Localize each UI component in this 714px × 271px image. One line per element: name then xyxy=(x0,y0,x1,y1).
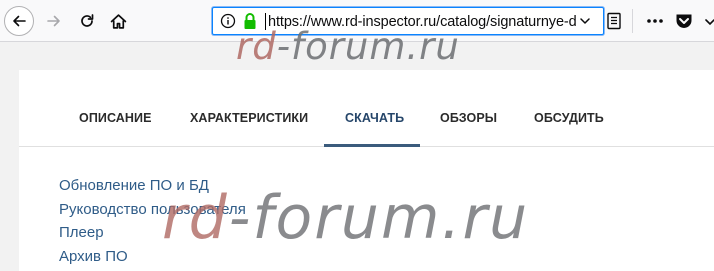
text-cursor xyxy=(265,13,266,30)
download-link-firmware-db[interactable]: Обновление ПО и БД xyxy=(59,174,246,198)
ellipsis-icon[interactable] xyxy=(645,13,665,29)
browser-toolbar: https://www.rd-inspector.ru/catalog/sign… xyxy=(0,0,714,42)
tab-reviews[interactable]: ОБЗОРЫ xyxy=(440,111,497,125)
download-link-software-archive[interactable]: Архив ПО xyxy=(59,245,246,269)
tab-specifications[interactable]: ХАРАКТЕРИСТИКИ xyxy=(190,111,308,125)
tab-description[interactable]: ОПИСАНИЕ xyxy=(79,111,152,125)
info-icon[interactable] xyxy=(220,13,236,29)
home-icon xyxy=(110,13,126,29)
active-tab-indicator xyxy=(324,144,420,147)
download-links: Обновление ПО и БД Руководство пользоват… xyxy=(59,174,246,268)
download-link-user-manual[interactable]: Руководство пользователя xyxy=(59,198,246,222)
home-button[interactable] xyxy=(103,6,133,36)
reader-view-icon[interactable] xyxy=(606,12,622,30)
lock-icon[interactable] xyxy=(242,12,258,30)
product-page: ОПИСАНИЕ ХАРАКТЕРИСТИКИ СКАЧАТЬ ОБЗОРЫ О… xyxy=(19,70,714,271)
back-button[interactable] xyxy=(4,6,34,36)
download-link-player[interactable]: Плеер xyxy=(59,221,246,245)
forward-button[interactable] xyxy=(39,6,69,36)
arrow-left-icon xyxy=(13,15,26,27)
url-bar[interactable]: https://www.rd-inspector.ru/catalog/sign… xyxy=(212,7,604,35)
overflow-menu-icon[interactable] xyxy=(702,12,714,32)
arrow-right-icon xyxy=(47,15,60,27)
product-tabs: ОПИСАНИЕ ХАРАКТЕРИСТИКИ СКАЧАТЬ ОБЗОРЫ О… xyxy=(19,70,714,147)
browser-window: https://www.rd-inspector.ru/catalog/sign… xyxy=(0,0,714,271)
toolbar-separator xyxy=(632,9,633,33)
chevron-down-icon[interactable] xyxy=(579,15,591,27)
tab-discuss[interactable]: ОБСУДИТЬ xyxy=(534,111,604,125)
url-text[interactable]: https://www.rd-inspector.ru/catalog/sign… xyxy=(268,13,576,31)
reload-icon xyxy=(81,14,94,27)
tab-download[interactable]: СКАЧАТЬ xyxy=(345,111,404,125)
pocket-icon[interactable] xyxy=(674,11,694,31)
reload-button[interactable] xyxy=(72,6,102,36)
